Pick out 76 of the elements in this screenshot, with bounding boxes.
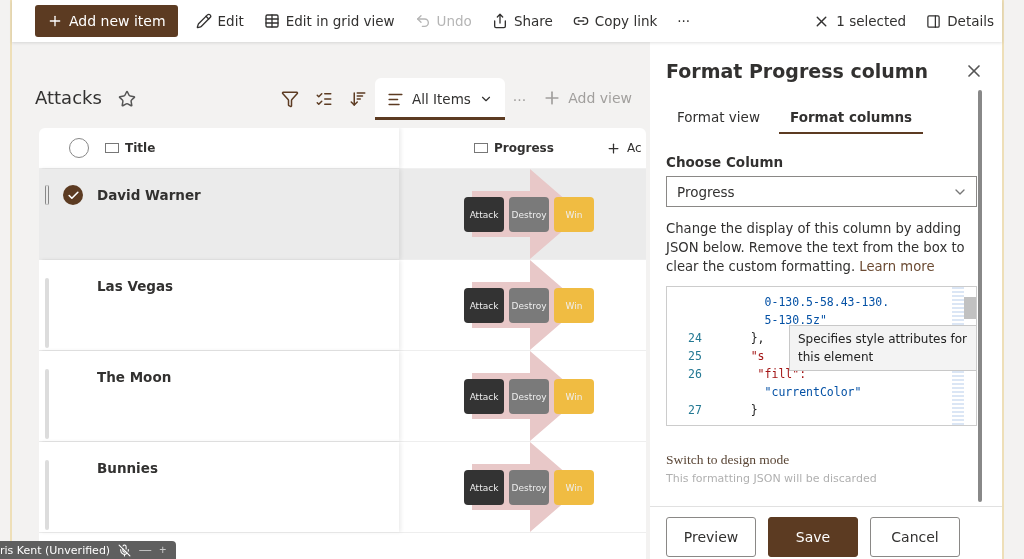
toolbar-button[interactable]: Copy link [564,5,666,37]
toolbar-button[interactable]: Edit [187,5,252,37]
line-number: 26 [687,367,703,383]
progress-step: Destroy [509,379,549,414]
panel-tab[interactable]: Format view [666,100,771,134]
footer-button[interactable]: Cancel [870,517,960,557]
panel-tab[interactable]: Format columns [778,100,924,134]
progress-step: Attack [464,470,504,505]
mic-off-icon [118,543,132,557]
share-icon [491,13,508,29]
row-title: David Warner [97,187,201,203]
code-line: 0-130.5-58.43-130. [763,295,890,311]
learn-more-link[interactable]: Learn more [859,259,935,274]
details-button[interactable]: Details [918,5,1002,37]
row-checkbox[interactable] [63,185,83,205]
scrollbar-thumb[interactable] [964,297,976,319]
row-title: Las Vegas [97,278,174,294]
column-header[interactable]: Progress [474,141,554,155]
progress-step: Win [554,379,594,414]
line-number: 24 [687,331,703,347]
progress-step: Win [554,197,594,232]
progress-step: Attack [464,379,504,414]
minus-button[interactable]: — [139,543,152,557]
progress-step: Win [554,288,594,323]
sort-icon [349,90,368,108]
list-row[interactable]: Bunnies Attack Destroy Win [39,442,646,533]
progress-step: Destroy [509,470,549,505]
description-text: Change the display of this column by adding JSON below. Remove the text from the box to clear the custom formatting. Learn more [666,220,966,276]
clear-selection-button[interactable]: 1 selected [805,5,915,37]
progress-step: Destroy [509,197,549,232]
code-line: }, [749,331,765,347]
progress-step: Attack [464,197,504,232]
column-header[interactable]: Title [105,141,156,155]
progress-step: Destroy [509,288,549,323]
footer-button[interactable]: Save [768,517,858,557]
column-dropdown[interactable]: Progress [666,176,977,207]
list-row[interactable]: David Warner Attack Destroy Win [39,169,646,260]
undo-icon [414,13,431,29]
more-button[interactable]: ··· [669,5,699,37]
progress-step: Attack [464,288,504,323]
progress-step: Win [554,470,594,505]
code-line: "s [749,349,765,365]
text-field-icon [105,143,119,153]
code-line: "currentColor" [763,385,862,401]
warning-text: This formatting JSON will be discarded [666,472,878,485]
plus-button[interactable]: + [159,543,167,557]
filter-icon [281,90,300,108]
list-row[interactable]: Las Vegas Attack Destroy Win [39,260,646,351]
footer-button[interactable]: Preview [666,517,756,557]
row-title: The Moon [97,369,172,385]
toolbar-button[interactable]: Edit in grid view [255,5,403,37]
star-icon [117,90,136,108]
checklist-icon [315,90,334,108]
line-number: 27 [687,403,703,419]
plus-icon [47,13,63,29]
pencil-icon [195,13,212,29]
add-new-item-button[interactable]: Add new item [35,5,178,37]
toolbar-button[interactable]: Share [483,5,561,37]
participant-name: ris Kent (Unverified) [0,543,111,557]
text-field-icon [474,143,488,153]
drag-handle[interactable] [45,185,49,205]
plus-icon [605,140,621,156]
row-title: Bunnies [97,460,158,476]
table-icon [263,13,280,29]
field-label: Choose Column [666,154,785,170]
design-mode-link[interactable]: Switch to design mode [666,452,998,468]
check-icon [66,188,80,202]
code-line: } [749,403,758,419]
line-number: 25 [687,349,703,365]
list-row[interactable]: The Moon Attack Destroy Win [39,351,646,442]
view-tab[interactable]: All Items [375,78,505,120]
panel-icon [926,13,942,29]
add-column-button[interactable]: Ac [605,140,642,156]
tooltip: Specifies style attributes for this element [789,325,976,371]
list-title: Attacks [34,87,103,110]
panel-title: Format Progress column [666,60,929,82]
